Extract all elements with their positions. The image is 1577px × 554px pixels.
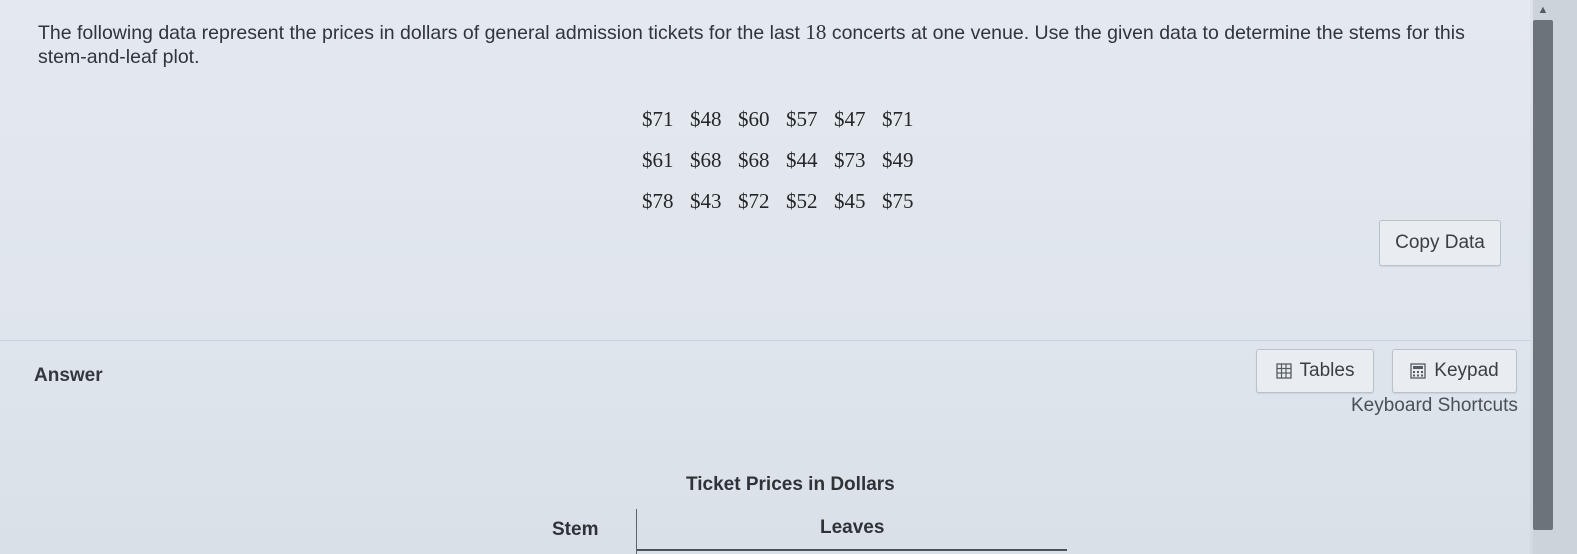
- stem-leaf-divider: [636, 509, 637, 554]
- price-row: $78 $43 $72 $52 $45 $75: [642, 186, 930, 227]
- prompt-text-start: The following data represent the prices …: [38, 22, 806, 44]
- plot-title: Ticket Prices in Dollars: [686, 474, 895, 495]
- table-grid-icon: [1275, 363, 1292, 379]
- prompt-count: 18: [805, 20, 827, 44]
- keypad-label: Keypad: [1434, 360, 1499, 381]
- price-cell: $68: [690, 148, 722, 172]
- price-data-grid: $71 $48 $60 $57 $47 $71 $61 $68 $68 $44 …: [642, 104, 930, 227]
- price-cell: $78: [642, 189, 674, 213]
- price-cell: $71: [882, 107, 914, 131]
- price-cell: $71: [642, 107, 674, 131]
- keyboard-shortcuts-link[interactable]: Keyboard Shortcuts: [1351, 395, 1518, 417]
- price-cell: $49: [882, 148, 914, 172]
- tables-button[interactable]: Tables: [1256, 349, 1374, 393]
- answer-panel: Answer Tables Keypad Keyboard Shortcuts …: [0, 341, 1530, 554]
- price-cell: $75: [882, 189, 914, 213]
- leaves-column-header: Leaves: [820, 517, 885, 538]
- price-cell: $52: [786, 189, 818, 213]
- copy-data-button[interactable]: Copy Data: [1379, 220, 1501, 266]
- tables-label: Tables: [1299, 360, 1355, 381]
- price-row: $61 $68 $68 $44 $73 $49: [642, 145, 930, 186]
- price-cell: $57: [786, 107, 818, 131]
- scrollbar-thumb[interactable]: [1533, 20, 1553, 530]
- chevron-up-icon[interactable]: ▲: [1537, 4, 1549, 16]
- calculator-icon: [1410, 363, 1426, 379]
- price-cell: $47: [834, 107, 866, 131]
- question-panel: The following data represent the prices …: [0, 0, 1530, 341]
- keypad-button[interactable]: Keypad: [1392, 349, 1517, 393]
- question-prompt: The following data represent the prices …: [38, 20, 1518, 69]
- price-cell: $43: [690, 189, 722, 213]
- price-cell: $68: [738, 148, 770, 172]
- stem-column-header: Stem: [552, 519, 599, 540]
- price-cell: $61: [642, 148, 674, 172]
- price-cell: $48: [690, 107, 722, 131]
- price-cell: $44: [786, 148, 818, 172]
- header-underline: [637, 549, 1067, 551]
- price-cell: $45: [834, 189, 866, 213]
- price-cell: $73: [834, 148, 866, 172]
- price-cell: $72: [738, 189, 770, 213]
- answer-label: Answer: [34, 365, 103, 386]
- price-cell: $60: [738, 107, 770, 131]
- price-row: $71 $48 $60 $57 $47 $71: [642, 104, 930, 145]
